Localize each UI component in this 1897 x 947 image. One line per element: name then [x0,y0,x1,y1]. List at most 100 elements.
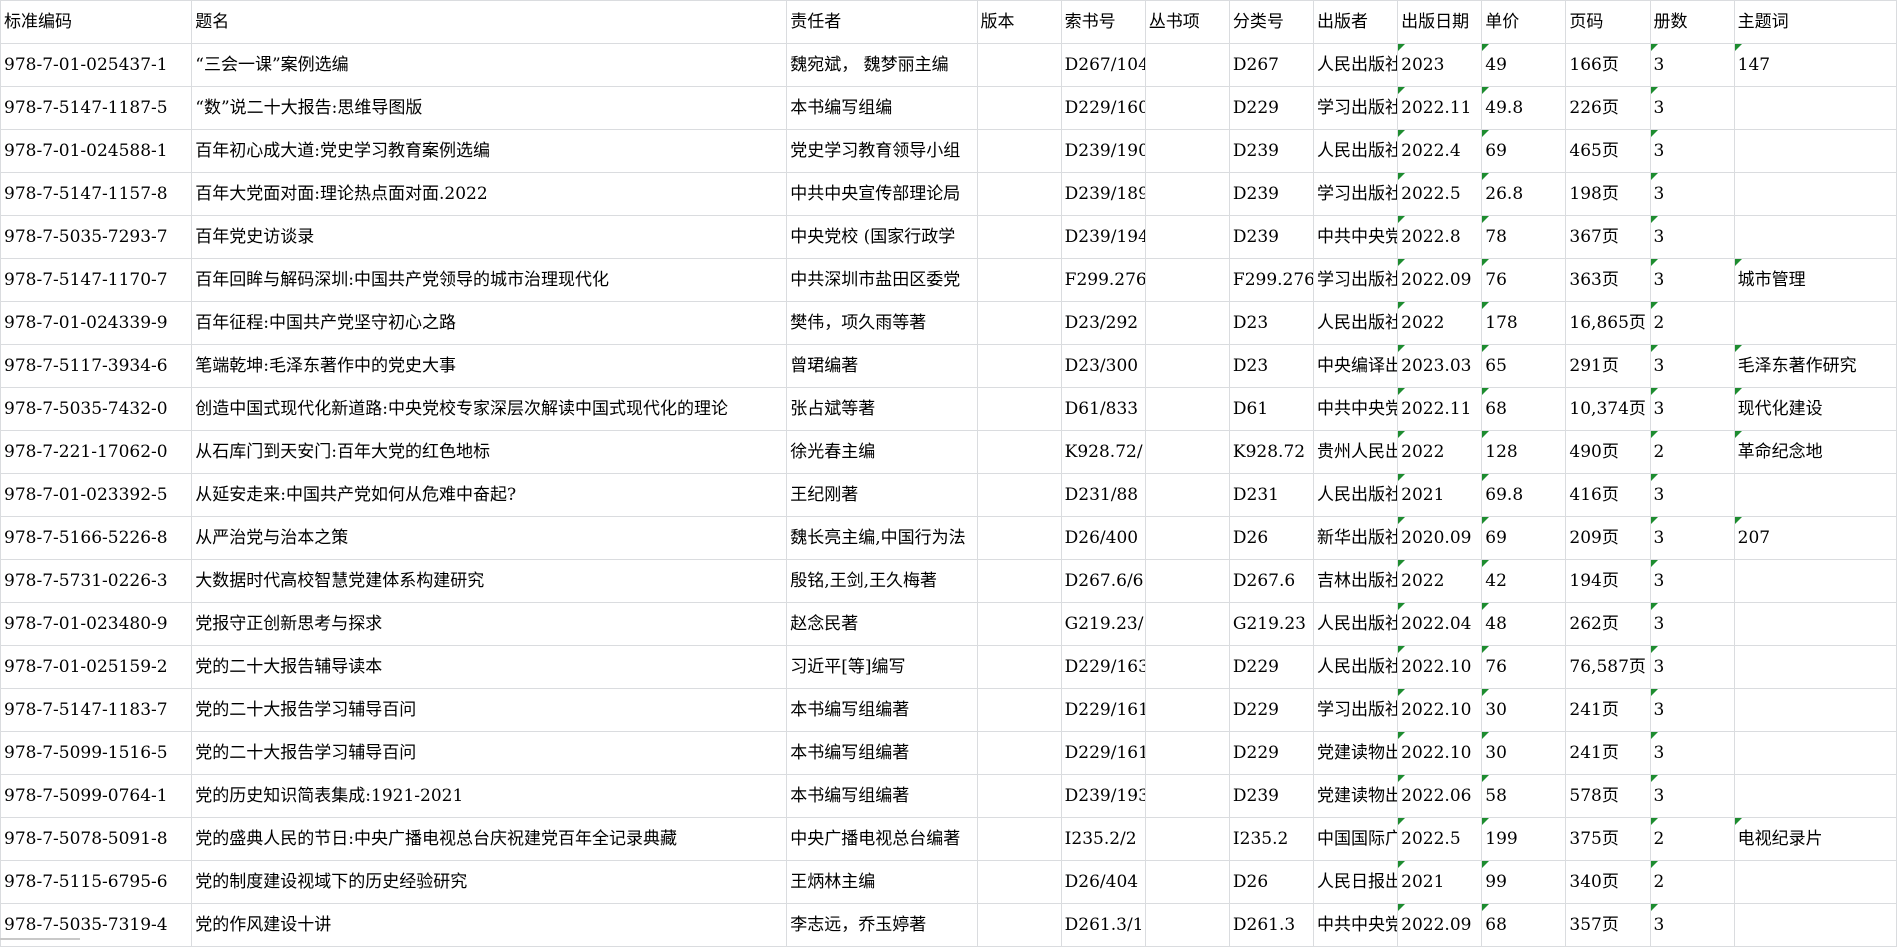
cell-pub-date[interactable]: 2022.10 [1397,645,1483,689]
cell-title[interactable]: 百年回眸与解码深圳:中国共产党领导的城市治理现代化 [191,258,788,302]
cell-publisher[interactable]: 学习出版社 [1313,688,1399,732]
cell-pages[interactable]: 76,587页 [1565,645,1651,689]
cell-author[interactable]: 中共中央宣传部理论局 [786,172,978,216]
cell-pub-date[interactable]: 2022.5 [1397,172,1483,216]
cell-title[interactable]: 党的二十大报告学习辅导百问 [191,688,788,732]
cell-pages[interactable]: 578页 [1565,774,1651,818]
cell-call-number[interactable]: D239/190 [1060,129,1146,173]
cell-pub-date[interactable]: 2022.4 [1397,129,1483,173]
cell-series[interactable] [1144,430,1230,474]
cell-call-number[interactable]: D23/300 [1060,344,1146,388]
cell-class-number[interactable]: K928.72 [1228,430,1315,474]
cell-call-number[interactable]: D267.6/6 [1060,559,1146,603]
cell-pages[interactable]: 166页 [1565,43,1651,87]
cell-price[interactable]: 30 [1481,688,1567,732]
cell-price[interactable]: 49 [1481,43,1567,87]
cell-author[interactable]: 曾珺编著 [786,344,978,388]
cell-price[interactable]: 68 [1481,387,1567,431]
cell-price[interactable]: 69.8 [1481,473,1567,517]
cell-edition[interactable] [976,344,1062,388]
cell-class-number[interactable]: D23 [1228,344,1315,388]
cell-pages[interactable]: 363页 [1565,258,1651,302]
cell-edition[interactable] [976,301,1062,345]
cell-isbn[interactable]: 978-7-5731-0226-3 [0,559,193,603]
cell-series[interactable] [1144,301,1230,345]
cell-edition[interactable] [976,645,1062,689]
cell-subject[interactable] [1733,215,1897,259]
cell-price[interactable]: 78 [1481,215,1567,259]
cell-pages[interactable]: 10,374页 [1565,387,1651,431]
cell-publisher[interactable]: 吉林出版社 [1313,559,1399,603]
cell-series[interactable] [1144,172,1230,216]
cell-author[interactable]: 本书编写组编 [786,86,978,130]
cell-pages[interactable]: 194页 [1565,559,1651,603]
cell-author[interactable]: 殷铭,王剑,王久梅著 [786,559,978,603]
cell-edition[interactable] [976,774,1062,818]
cell-copies[interactable]: 3 [1649,344,1735,388]
cell-publisher[interactable]: 中国国际广 [1313,817,1399,861]
cell-isbn[interactable]: 978-7-5115-6795-6 [0,860,193,904]
cell-author[interactable]: 本书编写组编著 [786,774,978,818]
cell-edition[interactable] [976,258,1062,302]
cell-edition[interactable] [976,86,1062,130]
cell-call-number[interactable]: D231/88 [1060,473,1146,517]
cell-isbn[interactable]: 978-7-5035-7432-0 [0,387,193,431]
cell-subject[interactable]: 电视纪录片 [1733,817,1897,861]
cell-author[interactable]: 李志远，乔玉婷著 [786,903,978,947]
cell-pub-date[interactable]: 2022 [1397,559,1483,603]
cell-call-number[interactable]: D239/194 [1060,215,1146,259]
column-header-call-number[interactable]: 索书号 [1060,0,1146,44]
cell-edition[interactable] [976,817,1062,861]
cell-isbn[interactable]: 978-7-5117-3934-6 [0,344,193,388]
cell-call-number[interactable]: D61/833 [1060,387,1146,431]
cell-price[interactable]: 199 [1481,817,1567,861]
cell-isbn[interactable]: 978-7-5035-7293-7 [0,215,193,259]
cell-series[interactable] [1144,688,1230,732]
cell-copies[interactable]: 3 [1649,559,1735,603]
cell-subject[interactable] [1733,86,1897,130]
cell-price[interactable]: 178 [1481,301,1567,345]
cell-pages[interactable]: 367页 [1565,215,1651,259]
cell-author[interactable]: 党史学习教育领导小组 [786,129,978,173]
cell-series[interactable] [1144,344,1230,388]
cell-copies[interactable]: 3 [1649,731,1735,775]
cell-copies[interactable]: 3 [1649,258,1735,302]
cell-pages[interactable]: 291页 [1565,344,1651,388]
cell-title[interactable]: 从延安走来:中国共产党如何从危难中奋起? [191,473,788,517]
cell-pages[interactable]: 198页 [1565,172,1651,216]
cell-edition[interactable] [976,43,1062,87]
cell-class-number[interactable]: D231 [1228,473,1315,517]
cell-title[interactable]: 党的二十大报告辅导读本 [191,645,788,689]
cell-subject[interactable]: 207 [1733,516,1897,560]
cell-pub-date[interactable]: 2020.09 [1397,516,1483,560]
cell-class-number[interactable]: D239 [1228,774,1315,818]
cell-isbn[interactable]: 978-7-01-025159-2 [0,645,193,689]
cell-series[interactable] [1144,43,1230,87]
cell-subject[interactable] [1733,301,1897,345]
cell-series[interactable] [1144,903,1230,947]
cell-series[interactable] [1144,258,1230,302]
cell-title[interactable]: 大数据时代高校智慧党建体系构建研究 [191,559,788,603]
cell-price[interactable]: 69 [1481,516,1567,560]
cell-price[interactable]: 99 [1481,860,1567,904]
cell-series[interactable] [1144,86,1230,130]
cell-price[interactable]: 58 [1481,774,1567,818]
cell-copies[interactable]: 3 [1649,43,1735,87]
cell-series[interactable] [1144,129,1230,173]
cell-publisher[interactable]: 中共中央党 [1313,215,1399,259]
cell-edition[interactable] [976,129,1062,173]
cell-publisher[interactable]: 中央编译出 [1313,344,1399,388]
cell-edition[interactable] [976,602,1062,646]
cell-class-number[interactable]: D229 [1228,731,1315,775]
cell-price[interactable]: 26.8 [1481,172,1567,216]
cell-pages[interactable]: 490页 [1565,430,1651,474]
cell-author[interactable]: 樊伟，项久雨等著 [786,301,978,345]
column-header-copies[interactable]: 册数 [1649,0,1735,44]
cell-call-number[interactable]: D229/163 [1060,645,1146,689]
cell-pages[interactable]: 340页 [1565,860,1651,904]
cell-call-number[interactable]: D267/104 [1060,43,1146,87]
cell-pages[interactable]: 209页 [1565,516,1651,560]
cell-publisher[interactable]: 人民日报出 [1313,860,1399,904]
cell-title[interactable]: “三会一课”案例选编 [191,43,788,87]
cell-pub-date[interactable]: 2022.11 [1397,86,1483,130]
